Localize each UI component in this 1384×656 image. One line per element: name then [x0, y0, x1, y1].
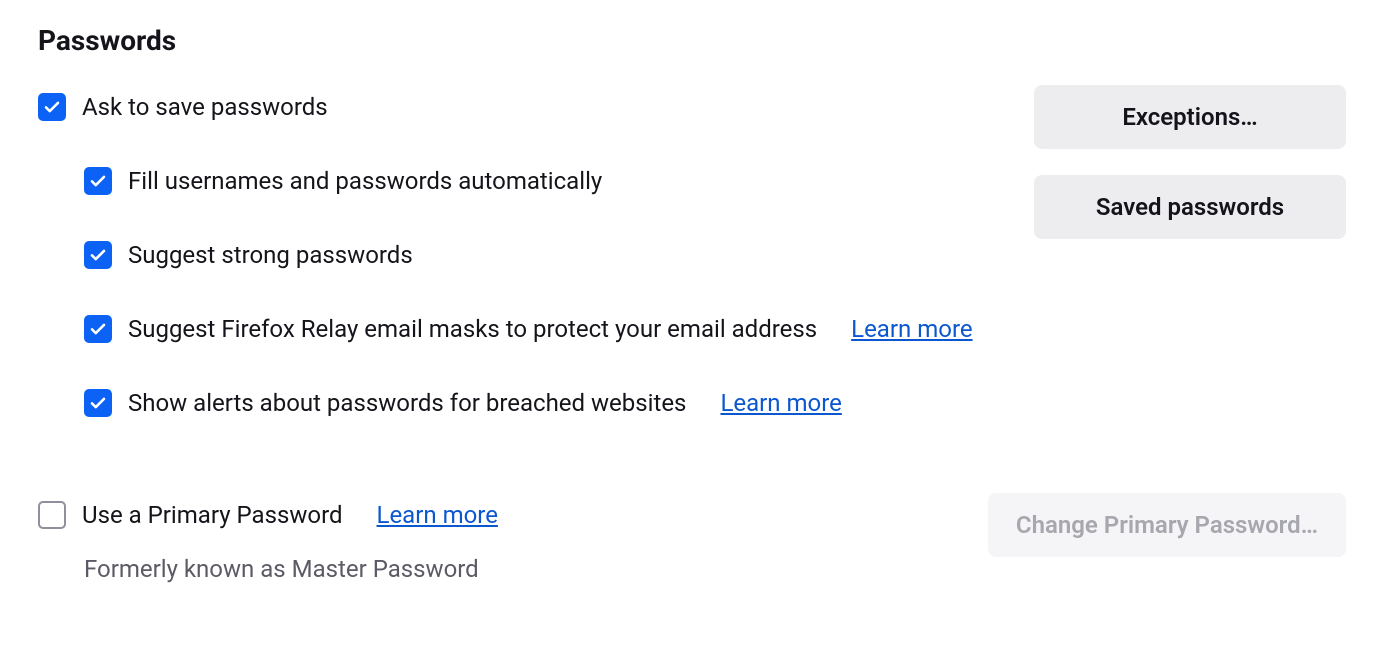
learn-more-primary-password[interactable]: Learn more	[377, 501, 498, 529]
section-title-passwords: Passwords	[38, 24, 1346, 57]
primary-password-hint: Formerly known as Master Password	[84, 555, 498, 583]
exceptions-button[interactable]: Exceptions…	[1034, 85, 1346, 149]
check-icon	[43, 98, 61, 116]
check-icon	[89, 172, 107, 190]
checkbox-suggest-strong[interactable]	[84, 241, 112, 269]
checkbox-breach-alerts[interactable]	[84, 389, 112, 417]
label-ask-save-passwords: Ask to save passwords	[82, 93, 328, 121]
checkbox-autofill[interactable]	[84, 167, 112, 195]
learn-more-breach-alerts[interactable]: Learn more	[720, 389, 841, 417]
saved-passwords-button[interactable]: Saved passwords	[1034, 175, 1346, 239]
check-icon	[89, 246, 107, 264]
label-primary-password: Use a Primary Password	[82, 501, 343, 529]
learn-more-relay-masks[interactable]: Learn more	[851, 315, 972, 343]
checkbox-primary-password[interactable]	[38, 501, 66, 529]
check-icon	[89, 394, 107, 412]
label-relay-masks: Suggest Firefox Relay email masks to pro…	[128, 315, 817, 343]
change-primary-password-button: Change Primary Password…	[988, 493, 1346, 557]
label-suggest-strong: Suggest strong passwords	[128, 241, 413, 269]
checkbox-ask-save-passwords[interactable]	[38, 93, 66, 121]
check-icon	[89, 320, 107, 338]
label-autofill: Fill usernames and passwords automatical…	[128, 167, 602, 195]
label-breach-alerts: Show alerts about passwords for breached…	[128, 389, 686, 417]
checkbox-relay-masks[interactable]	[84, 315, 112, 343]
